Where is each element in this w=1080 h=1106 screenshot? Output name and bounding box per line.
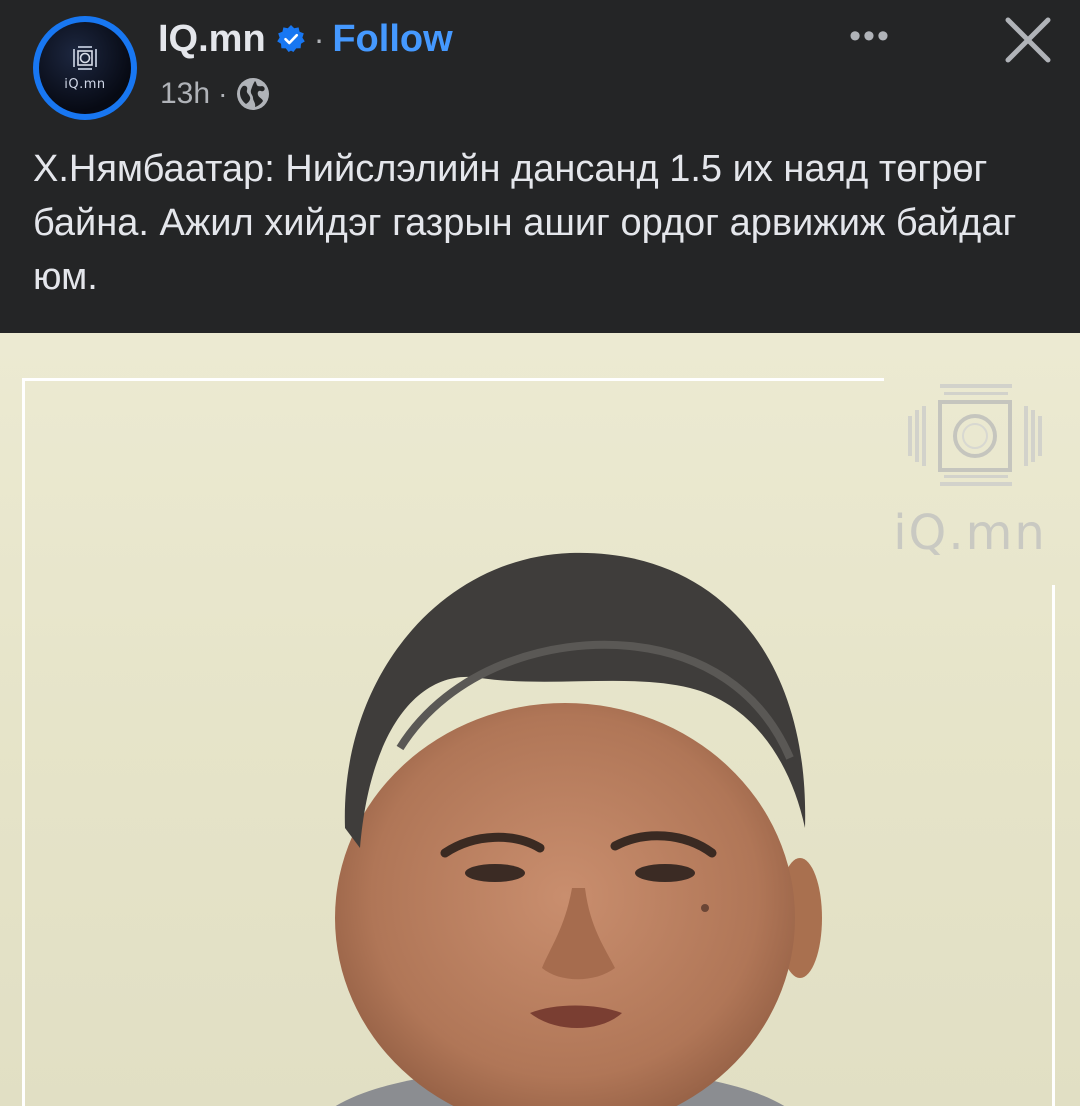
avatar-logo-text: iQ.mn bbox=[64, 76, 106, 92]
name-separator: · bbox=[313, 20, 325, 57]
close-icon[interactable] bbox=[998, 10, 1058, 70]
post-header: iQ.mn IQ.mn · Follow 13h · ••• bbox=[0, 0, 1080, 140]
frame-line-right bbox=[1052, 585, 1055, 1106]
page-name[interactable]: IQ.mn bbox=[158, 18, 266, 61]
iq-logo-icon: iQ.mn bbox=[39, 22, 131, 114]
watermark-text: iQ.mn bbox=[893, 505, 1047, 561]
more-options-button[interactable]: ••• bbox=[838, 14, 902, 58]
frame-line-left bbox=[22, 378, 25, 1106]
iq-logo-mark-icon bbox=[73, 45, 97, 70]
speaker-image bbox=[335, 552, 822, 1106]
verified-badge-icon bbox=[276, 25, 305, 52]
post-timestamp[interactable]: 13h bbox=[160, 77, 210, 111]
post-caption: Х.Нямбаатар: Нийслэлийн дансанд 1.5 их н… bbox=[33, 148, 1017, 298]
post-video[interactable]: iQ.mn bbox=[0, 333, 1080, 1106]
follow-button[interactable]: Follow bbox=[332, 18, 452, 61]
author-row: IQ.mn · Follow bbox=[158, 14, 453, 64]
watermark-logo-icon bbox=[908, 384, 1042, 486]
post-meta: 13h · bbox=[160, 72, 271, 116]
page-avatar[interactable]: iQ.mn bbox=[33, 16, 137, 120]
meta-separator: · bbox=[218, 78, 228, 109]
frame-line-top bbox=[22, 378, 884, 381]
globe-icon[interactable] bbox=[235, 76, 271, 112]
